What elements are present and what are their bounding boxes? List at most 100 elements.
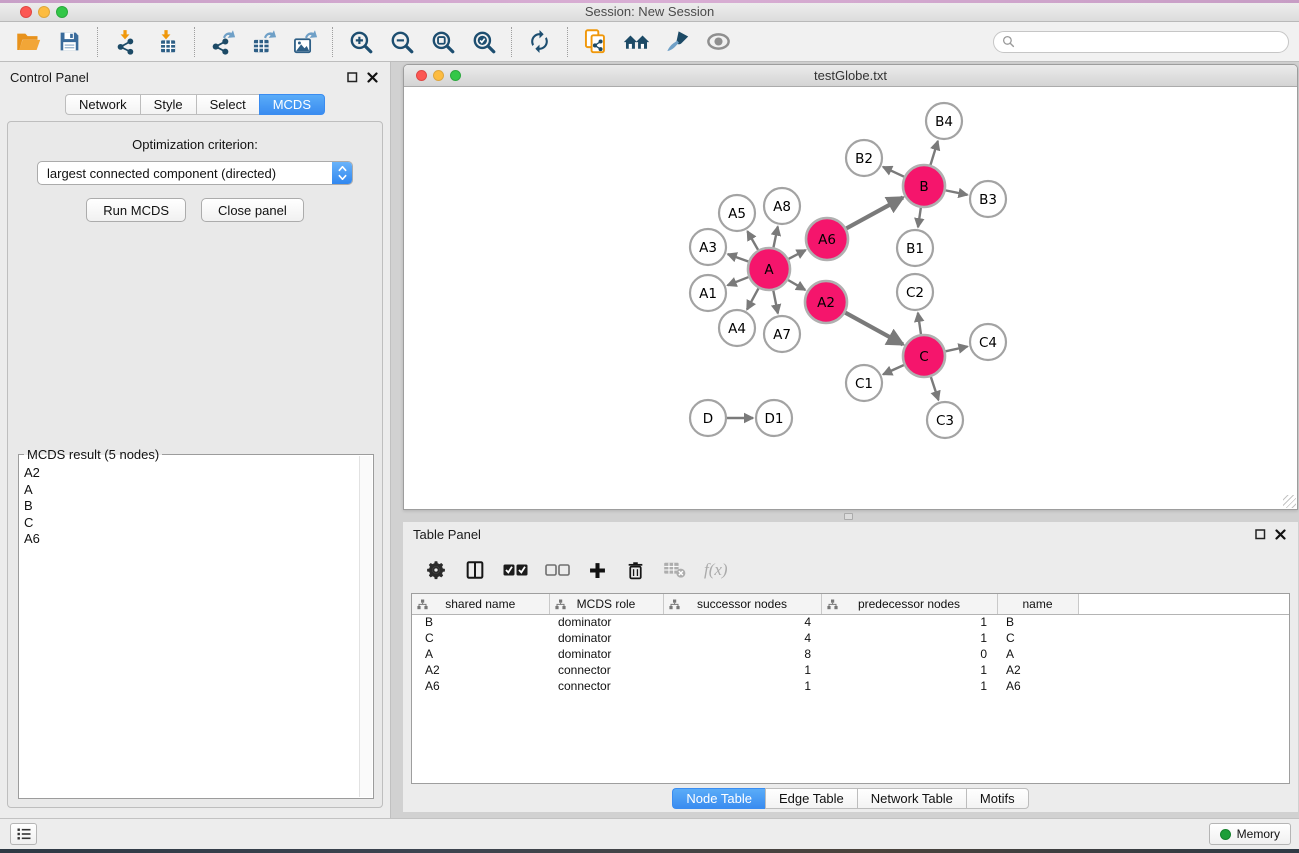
table-cell[interactable]: dominator xyxy=(549,630,663,646)
graph-edge[interactable] xyxy=(845,313,903,345)
clone-network-icon[interactable] xyxy=(575,24,616,60)
column-header-name[interactable]: name xyxy=(997,594,1078,614)
deselect-all-checks-icon[interactable] xyxy=(545,555,570,585)
style-brush-icon[interactable] xyxy=(657,24,698,60)
tab-edge-table[interactable]: Edge Table xyxy=(765,788,857,809)
export-image-icon[interactable] xyxy=(284,24,325,60)
tab-node-table[interactable]: Node Table xyxy=(672,788,765,809)
close-panel-icon[interactable] xyxy=(367,72,378,83)
tab-network[interactable]: Network xyxy=(65,94,140,115)
table-cell[interactable]: B xyxy=(997,614,1078,630)
graph-edge[interactable] xyxy=(747,231,758,250)
graph-edge[interactable] xyxy=(773,291,778,314)
graph-edge[interactable] xyxy=(773,227,777,248)
import-network-icon[interactable] xyxy=(105,24,146,60)
table-cell[interactable]: 8 xyxy=(663,646,821,662)
table-row[interactable]: Adominator80A xyxy=(412,646,1289,662)
mcds-result-item[interactable]: A6 xyxy=(24,531,355,548)
close-panel-icon[interactable] xyxy=(1275,529,1286,540)
zoom-in-icon[interactable] xyxy=(340,24,381,60)
search-input[interactable] xyxy=(1020,35,1280,49)
result-list-scrollbar[interactable] xyxy=(359,456,372,797)
mcds-result-item[interactable]: C xyxy=(24,515,355,532)
graph-edge[interactable] xyxy=(846,198,903,229)
memory-button[interactable]: Memory xyxy=(1209,823,1291,845)
table-cell[interactable]: dominator xyxy=(549,614,663,630)
graph-edge[interactable] xyxy=(930,141,937,165)
graph-edge[interactable] xyxy=(918,313,921,334)
network-canvas[interactable]: B4B2BB3A5A8A6A3AB1A1A2C2A4A7C4CC1DD1C3 xyxy=(404,87,1297,509)
task-history-list-icon[interactable] xyxy=(10,823,37,845)
graph-edge[interactable] xyxy=(931,377,939,400)
table-cell[interactable]: 4 xyxy=(663,614,821,630)
table-cell[interactable]: C xyxy=(997,630,1078,646)
delete-table-icon[interactable] xyxy=(663,555,687,585)
table-cell[interactable]: A xyxy=(997,646,1078,662)
table-cell[interactable]: 1 xyxy=(821,630,997,646)
graph-edge[interactable] xyxy=(728,254,749,261)
table-cell[interactable]: A6 xyxy=(412,678,549,694)
table-cell[interactable]: A xyxy=(412,646,549,662)
add-row-icon[interactable] xyxy=(587,555,608,585)
zoom-selected-icon[interactable] xyxy=(463,24,504,60)
tab-style[interactable]: Style xyxy=(140,94,196,115)
open-folder-icon[interactable] xyxy=(8,24,49,60)
table-cell[interactable]: connector xyxy=(549,662,663,678)
float-panel-icon[interactable] xyxy=(1255,529,1266,540)
tab-network-table[interactable]: Network Table xyxy=(857,788,966,809)
search-field[interactable] xyxy=(993,31,1289,53)
table-row[interactable]: Bdominator41B xyxy=(412,614,1289,630)
table-cell[interactable]: 1 xyxy=(821,678,997,694)
close-panel-button[interactable]: Close panel xyxy=(201,198,304,222)
window-resize-handle[interactable] xyxy=(1283,495,1296,508)
table-cell[interactable]: A2 xyxy=(412,662,549,678)
tab-mcds[interactable]: MCDS xyxy=(259,94,325,115)
settings-gear-icon[interactable] xyxy=(425,555,447,585)
graph-edge[interactable] xyxy=(883,167,904,177)
graph-edge[interactable] xyxy=(728,277,749,285)
mcds-result-item[interactable]: B xyxy=(24,498,355,515)
save-icon[interactable] xyxy=(49,24,90,60)
column-header-predecessor-nodes[interactable]: predecessor nodes xyxy=(821,594,997,614)
delete-row-trash-icon[interactable] xyxy=(625,555,646,585)
table-cell[interactable]: 1 xyxy=(663,678,821,694)
table-cell[interactable]: connector xyxy=(549,678,663,694)
table-cell[interactable]: B xyxy=(412,614,549,630)
table-cell[interactable]: 4 xyxy=(663,630,821,646)
graph-edge[interactable] xyxy=(945,346,967,351)
tab-motifs[interactable]: Motifs xyxy=(966,788,1029,809)
column-header-successor-nodes[interactable]: successor nodes xyxy=(663,594,821,614)
column-layout-icon[interactable] xyxy=(464,555,486,585)
zoom-out-icon[interactable] xyxy=(381,24,422,60)
float-panel-icon[interactable] xyxy=(347,72,358,83)
criterion-dropdown[interactable]: largest connected component (directed) xyxy=(37,161,353,185)
first-neighbors-icon[interactable] xyxy=(616,24,657,60)
table-row[interactable]: Cdominator41C xyxy=(412,630,1289,646)
table-row[interactable]: A2connector11A2 xyxy=(412,662,1289,678)
export-table-icon[interactable] xyxy=(243,24,284,60)
column-header-shared-name[interactable]: shared name xyxy=(412,594,549,614)
run-mcds-button[interactable]: Run MCDS xyxy=(86,198,186,222)
graph-edge[interactable] xyxy=(789,250,806,259)
table-cell[interactable]: 1 xyxy=(821,614,997,630)
divider-drag-handle[interactable] xyxy=(844,513,853,520)
table-cell[interactable]: 1 xyxy=(663,662,821,678)
table-cell[interactable]: 1 xyxy=(821,662,997,678)
graph-edge[interactable] xyxy=(788,280,805,290)
mcds-result-item[interactable]: A2 xyxy=(24,465,355,482)
tab-select[interactable]: Select xyxy=(196,94,259,115)
zoom-fit-icon[interactable] xyxy=(422,24,463,60)
table-cell[interactable]: A6 xyxy=(997,678,1078,694)
details-eye-icon[interactable] xyxy=(698,24,739,60)
select-all-checks-icon[interactable] xyxy=(503,555,528,585)
import-table-icon[interactable] xyxy=(146,24,187,60)
graph-edge[interactable] xyxy=(747,288,758,309)
graph-edge[interactable] xyxy=(883,365,904,374)
mcds-result-item[interactable]: A xyxy=(24,482,355,499)
refresh-icon[interactable] xyxy=(519,24,560,60)
column-header-mcds-role[interactable]: MCDS role xyxy=(549,594,663,614)
table-cell[interactable]: 0 xyxy=(821,646,997,662)
table-cell[interactable]: C xyxy=(412,630,549,646)
table-cell[interactable]: dominator xyxy=(549,646,663,662)
graph-edge[interactable] xyxy=(946,190,968,194)
